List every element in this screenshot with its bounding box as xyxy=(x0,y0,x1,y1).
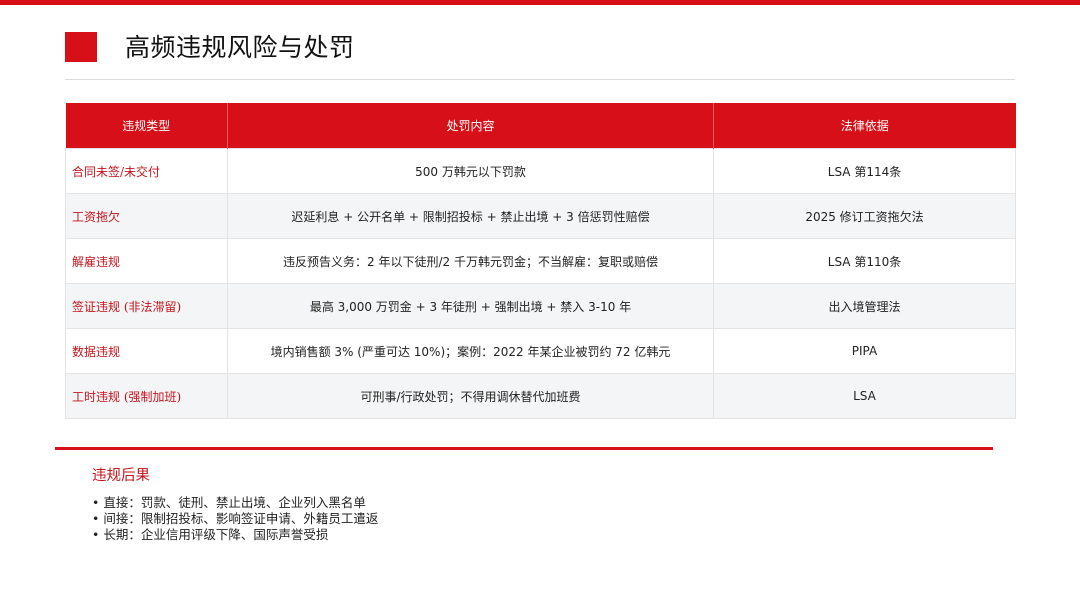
penalty-content: 500 万韩元以下罚款 xyxy=(227,148,714,194)
table-row: 合同未签/未交付 500 万韩元以下罚款 LSA 第114条 xyxy=(65,148,1016,194)
table-row: 数据违规 境内销售额 3% (严重可达 10%)；案例：2022 年某企业被罚约… xyxy=(65,328,1016,374)
title-divider xyxy=(65,79,1015,80)
violation-type: 签证违规 (非法滞留) xyxy=(65,283,228,329)
list-item: 间接：限制招投标、影响签证申请、外籍员工遣返 xyxy=(92,511,378,527)
violation-type: 工时违规 (强制加班) xyxy=(65,373,228,419)
title-accent-square xyxy=(65,32,97,62)
legal-basis: PIPA xyxy=(713,328,1016,374)
table-row: 解雇违规 违反预告义务：2 年以下徒刑/2 千万韩元罚金；不当解雇：复职或赔偿 … xyxy=(65,238,1016,284)
legal-basis: LSA xyxy=(713,373,1016,419)
top-accent-bar xyxy=(0,0,1080,5)
table-row: 签证违规 (非法滞留) 最高 3,000 万罚金 + 3 年徒刑 + 强制出境 … xyxy=(65,283,1016,329)
consequences-list: 直接：罚款、徒刑、禁止出境、企业列入黑名单 间接：限制招投标、影响签证申请、外籍… xyxy=(92,495,378,543)
table-row: 工时违规 (强制加班) 可刑事/行政处罚；不得用调休替代加班费 LSA xyxy=(65,373,1016,419)
list-item: 直接：罚款、徒刑、禁止出境、企业列入黑名单 xyxy=(92,495,378,511)
legal-basis: 2025 修订工资拖欠法 xyxy=(713,193,1016,239)
legal-basis: 出入境管理法 xyxy=(713,283,1016,329)
violation-type: 解雇违规 xyxy=(65,238,228,284)
penalty-content: 迟延利息 + 公开名单 + 限制招投标 + 禁止出境 + 3 倍惩罚性赔偿 xyxy=(227,193,714,239)
violations-table: 违规类型 处罚内容 法律依据 合同未签/未交付 500 万韩元以下罚款 LSA … xyxy=(65,103,1016,419)
header-type: 违规类型 xyxy=(65,103,228,149)
consequences-title: 违规后果 xyxy=(92,468,150,484)
penalty-content: 境内销售额 3% (严重可达 10%)；案例：2022 年某企业被罚约 72 亿… xyxy=(227,328,714,374)
page-title: 高频违规风险与处罚 xyxy=(125,33,355,62)
violation-type: 工资拖欠 xyxy=(65,193,228,239)
legal-basis: LSA 第110条 xyxy=(713,238,1016,284)
penalty-content: 可刑事/行政处罚；不得用调休替代加班费 xyxy=(227,373,714,419)
legal-basis: LSA 第114条 xyxy=(713,148,1016,194)
section-divider xyxy=(55,447,993,450)
slide: 高频违规风险与处罚 违规类型 处罚内容 法律依据 合同未签/未交付 500 万韩… xyxy=(0,0,1080,608)
violation-type: 合同未签/未交付 xyxy=(65,148,228,194)
penalty-content: 违反预告义务：2 年以下徒刑/2 千万韩元罚金；不当解雇：复职或赔偿 xyxy=(227,238,714,284)
header-law: 法律依据 xyxy=(713,103,1016,149)
penalty-content: 最高 3,000 万罚金 + 3 年徒刑 + 强制出境 + 禁入 3-10 年 xyxy=(227,283,714,329)
violation-type: 数据违规 xyxy=(65,328,228,374)
table-row: 工资拖欠 迟延利息 + 公开名单 + 限制招投标 + 禁止出境 + 3 倍惩罚性… xyxy=(65,193,1016,239)
list-item: 长期：企业信用评级下降、国际声誉受损 xyxy=(92,527,378,543)
table-header-row: 违规类型 处罚内容 法律依据 xyxy=(65,103,1016,149)
header-content: 处罚内容 xyxy=(227,103,714,149)
